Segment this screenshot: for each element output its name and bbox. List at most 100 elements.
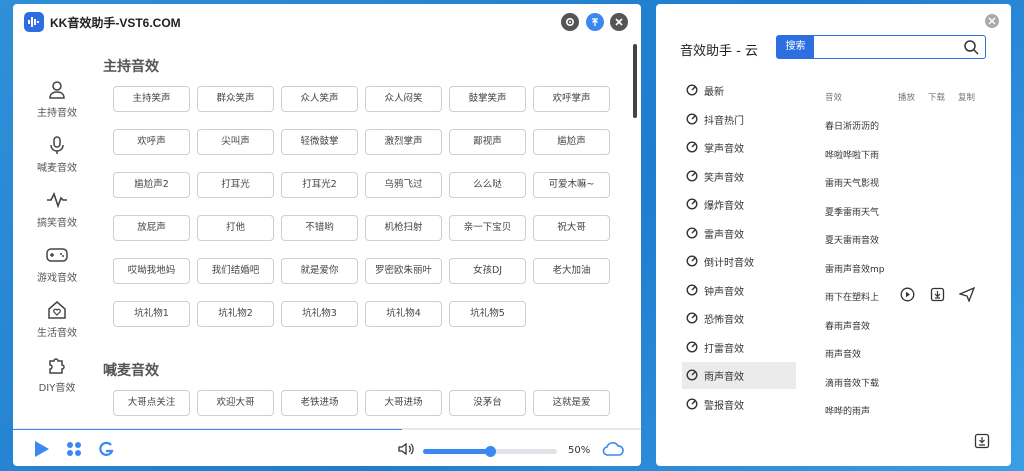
- swirl-logo-icon[interactable]: [98, 441, 114, 457]
- sound-effect-button[interactable]: 坑礼物2: [197, 301, 274, 327]
- sound-effect-button[interactable]: 乌鸦飞过: [365, 172, 442, 198]
- sidebar-item-game[interactable]: 游戏音效: [13, 245, 101, 295]
- category-item[interactable]: 倒计时音效: [682, 248, 796, 275]
- cloud-window-title: 音效助手 - 云: [680, 44, 758, 59]
- sound-effect-button[interactable]: 欢呼掌声: [533, 86, 610, 112]
- sound-effect-button[interactable]: 罗密欧朱丽叶: [365, 258, 442, 284]
- sound-effect-button[interactable]: 群众笑声: [197, 86, 274, 112]
- sidebar-item-diy[interactable]: DIY音效: [13, 355, 101, 405]
- sound-effect-button[interactable]: 祝大哥: [533, 215, 610, 241]
- title-bar[interactable]: KK音效助手-VST6.COM: [13, 4, 641, 40]
- sound-effect-button[interactable]: 老铁进场: [281, 390, 358, 416]
- sidebar-item-shout[interactable]: 喊麦音效: [13, 135, 101, 185]
- pin-top-button[interactable]: [586, 13, 604, 31]
- sound-effect-button[interactable]: 打他: [197, 215, 274, 241]
- sound-list-item[interactable]: 春雨声音效: [825, 319, 870, 332]
- sound-effect-button[interactable]: 亲一下宝贝: [449, 215, 526, 241]
- sound-effect-button[interactable]: 机枪扫射: [365, 215, 442, 241]
- play-icon[interactable]: [33, 439, 51, 459]
- search-icon[interactable]: [963, 39, 979, 55]
- sound-effect-button[interactable]: 欢呼声: [113, 129, 190, 155]
- sound-list-item[interactable]: 雷雨天气影视: [825, 176, 879, 189]
- category-item[interactable]: 恐怖音效: [682, 305, 796, 332]
- category-item[interactable]: 警报音效: [682, 391, 796, 418]
- category-item[interactable]: 雷声音效: [682, 220, 796, 247]
- sidebar-item-host[interactable]: 主持音效: [13, 80, 101, 130]
- sound-effect-button[interactable]: 众人笑声: [281, 86, 358, 112]
- sound-effect-button[interactable]: 女孩DJ: [449, 258, 526, 284]
- settings-button[interactable]: [561, 13, 579, 31]
- section-title: 喊麦音效: [103, 363, 159, 379]
- category-label: 最新: [704, 87, 724, 98]
- sidebar-item-life[interactable]: 生活音效: [13, 300, 101, 350]
- sound-list-item[interactable]: 滴雨音效下载: [825, 376, 879, 389]
- category-item[interactable]: 雨声音效: [682, 362, 796, 389]
- close-button[interactable]: [610, 13, 628, 31]
- apps-grid-icon[interactable]: [66, 441, 82, 457]
- search-button[interactable]: 搜索: [777, 36, 814, 58]
- volume-slider[interactable]: [423, 446, 557, 457]
- sound-effect-button[interactable]: 大哥进场: [365, 390, 442, 416]
- sound-effect-button[interactable]: 坑礼物1: [113, 301, 190, 327]
- sound-list-item[interactable]: 雨下在塑料上: [825, 290, 879, 303]
- sound-list-item[interactable]: 雨声音效: [825, 347, 861, 360]
- sound-effect-button[interactable]: 尖叫声: [197, 129, 274, 155]
- category-item[interactable]: 打雷音效: [682, 334, 796, 361]
- search-input[interactable]: [817, 37, 957, 57]
- sound-effect-button[interactable]: 坑礼物3: [281, 301, 358, 327]
- speaker-icon[interactable]: [398, 442, 414, 456]
- sound-list-item[interactable]: 春日淅沥沥的: [825, 119, 879, 132]
- sound-effect-button[interactable]: 就是爱你: [281, 258, 358, 284]
- play-circle-icon[interactable]: [900, 287, 915, 302]
- vertical-scrollbar[interactable]: [633, 44, 637, 422]
- sound-effect-button[interactable]: 鼓掌笑声: [449, 86, 526, 112]
- sound-list-item[interactable]: 哗啦哗啦下雨: [825, 148, 879, 161]
- sound-effect-button[interactable]: 放屁声: [113, 215, 190, 241]
- sound-effect-button[interactable]: 坑礼物5: [449, 301, 526, 327]
- download-icon[interactable]: [974, 433, 990, 449]
- volume-knob[interactable]: [485, 446, 496, 457]
- sound-effect-button[interactable]: 么么哒: [449, 172, 526, 198]
- sound-effect-button[interactable]: 打耳光: [197, 172, 274, 198]
- sound-effect-button[interactable]: 没茅台: [449, 390, 526, 416]
- sound-effect-button[interactable]: 大哥点关注: [113, 390, 190, 416]
- main-window: KK音效助手-VST6.COM 主持音效 喊麦音效 搞笑音效 游戏音效 生活音效…: [13, 4, 641, 466]
- waveform-icon: [47, 191, 67, 209]
- sound-effect-button[interactable]: 激烈掌声: [365, 129, 442, 155]
- sound-effect-button[interactable]: 欢迎大哥: [197, 390, 274, 416]
- close-button[interactable]: [985, 14, 999, 28]
- sound-effect-button[interactable]: 坑礼物4: [365, 301, 442, 327]
- sound-effect-button[interactable]: 不错哟: [281, 215, 358, 241]
- sound-effect-button[interactable]: 鄙视声: [449, 129, 526, 155]
- category-item[interactable]: 抖音热门: [682, 106, 796, 133]
- category-item[interactable]: 掌声音效: [682, 134, 796, 161]
- scrollbar-thumb[interactable]: [633, 44, 637, 118]
- sound-effect-button[interactable]: 老大加油: [533, 258, 610, 284]
- sound-effect-button[interactable]: 可爱木嘛~: [533, 172, 610, 198]
- player-bar: 50%: [13, 428, 641, 466]
- category-item[interactable]: 笑声音效: [682, 163, 796, 190]
- sound-effect-button[interactable]: 尴尬声2: [113, 172, 190, 198]
- category-item[interactable]: 最新: [682, 77, 796, 104]
- sound-effect-button[interactable]: 我们结婚吧: [197, 258, 274, 284]
- sound-list-item[interactable]: 夏天雷雨音效: [825, 233, 879, 246]
- target-icon: [686, 369, 698, 381]
- sound-list-item[interactable]: 雷雨声音效mp: [825, 262, 884, 275]
- send-icon[interactable]: [959, 287, 975, 302]
- download-icon[interactable]: [930, 287, 945, 302]
- sound-effect-button[interactable]: 主持笑声: [113, 86, 190, 112]
- sound-effect-button[interactable]: 轻微鼓掌: [281, 129, 358, 155]
- sidebar-item-funny[interactable]: 搞笑音效: [13, 190, 101, 240]
- sound-effect-button[interactable]: 众人闷笑: [365, 86, 442, 112]
- sound-effect-button[interactable]: 尴尬声: [533, 129, 610, 155]
- sound-list-item[interactable]: 哗哗的雨声: [825, 404, 870, 417]
- cloud-icon[interactable]: [602, 441, 624, 457]
- sound-list-item[interactable]: 夏季雷雨天气: [825, 205, 879, 218]
- sound-effect-button[interactable]: 哎呦我地妈: [113, 258, 190, 284]
- category-item[interactable]: 爆炸音效: [682, 191, 796, 218]
- sidebar-item-label: 主持音效: [37, 108, 77, 119]
- sound-effect-button[interactable]: 这就是爱: [533, 390, 610, 416]
- category-item[interactable]: 钟声音效: [682, 277, 796, 304]
- sound-effect-button[interactable]: 打耳光2: [281, 172, 358, 198]
- category-label: 恐怖音效: [704, 315, 744, 326]
